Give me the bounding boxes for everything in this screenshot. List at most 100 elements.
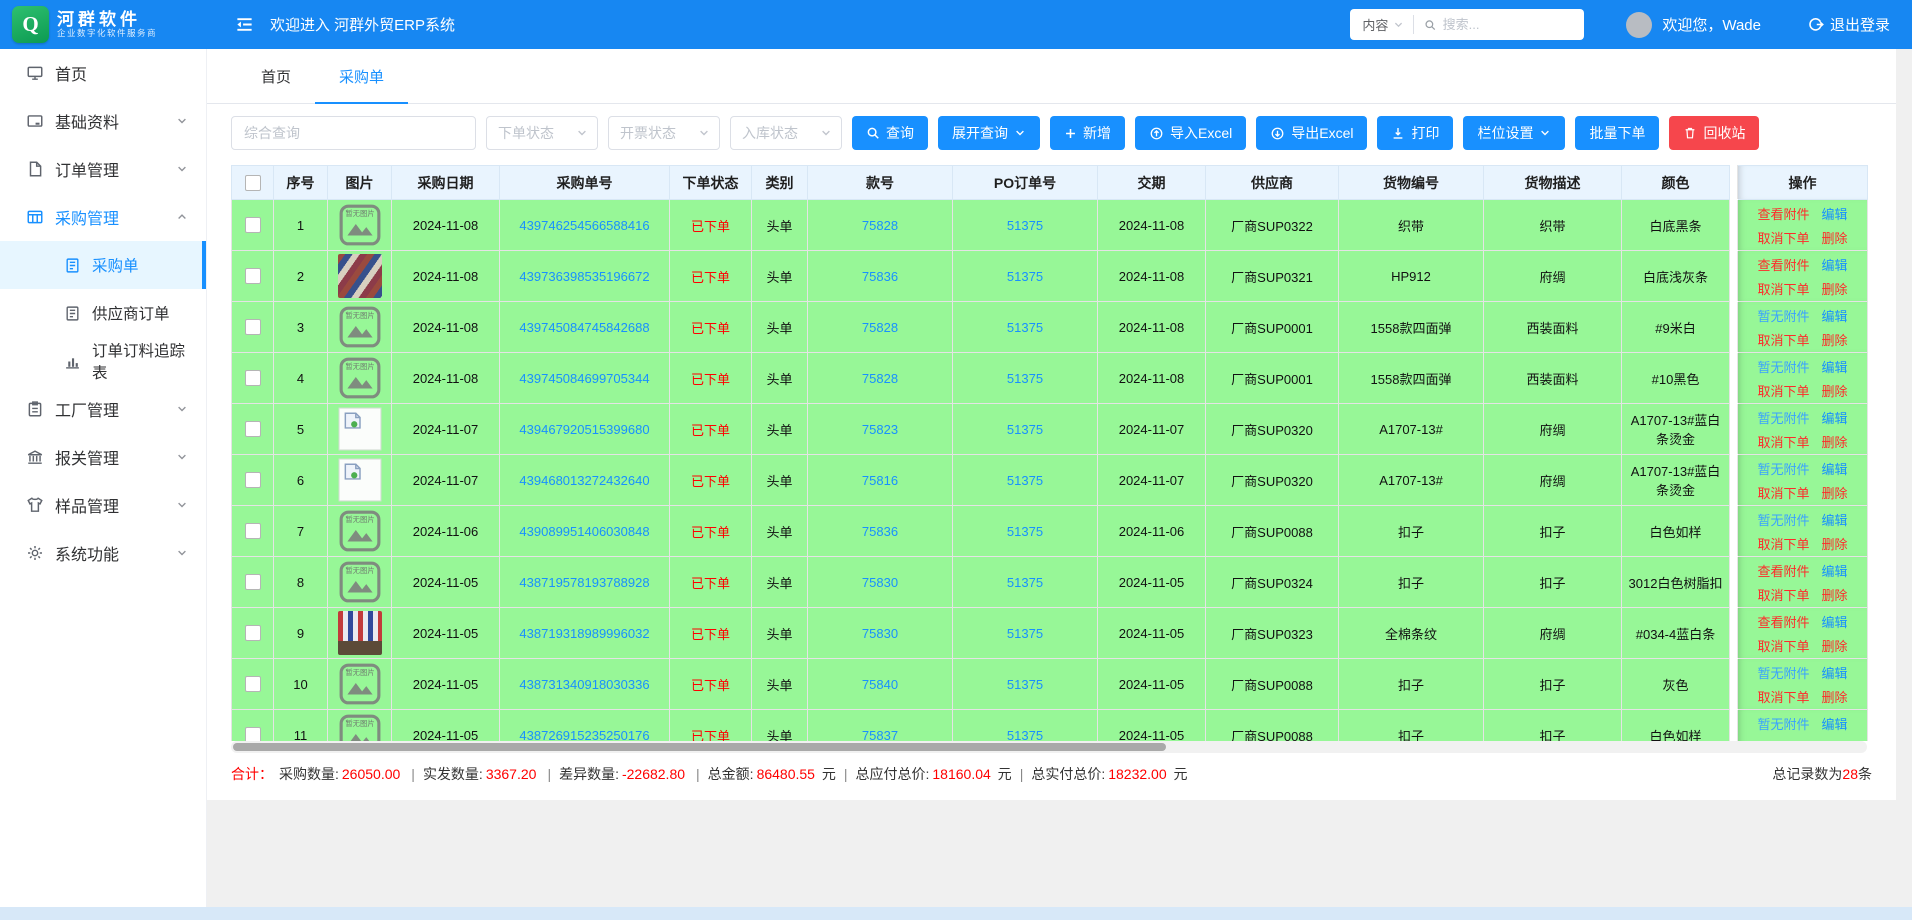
row-checkbox[interactable] (245, 319, 261, 335)
po-no-link[interactable]: 51375 (1007, 626, 1043, 641)
edit-link[interactable]: 编辑 (1822, 204, 1848, 223)
product-photo[interactable] (338, 611, 382, 655)
row-checkbox[interactable] (245, 523, 261, 539)
delete-link[interactable]: 删除 (1822, 636, 1848, 655)
delete-link[interactable]: 删除 (1822, 432, 1848, 451)
delete-link[interactable]: 删除 (1822, 279, 1848, 298)
broken-image-icon[interactable] (338, 407, 382, 451)
sidebar-item-首页[interactable]: 首页 (0, 49, 206, 97)
delete-link[interactable]: 删除 (1822, 687, 1848, 706)
cancel-order-link[interactable]: 取消下单 (1757, 228, 1809, 247)
sidebar-item-报关管理[interactable]: 报关管理 (0, 433, 206, 481)
style-no-link[interactable]: 75816 (862, 473, 898, 488)
order-no-link[interactable]: 439468013272432640 (519, 473, 649, 488)
回收站-button[interactable]: 回收站 (1669, 116, 1759, 150)
edit-link[interactable]: 编辑 (1822, 612, 1848, 631)
row-checkbox[interactable] (245, 472, 261, 488)
no-image-placeholder-icon[interactable]: 暂无图片 (338, 509, 382, 553)
style-no-link[interactable]: 75828 (862, 320, 898, 335)
no-attachment-link[interactable]: 暂无附件 (1757, 357, 1809, 376)
sidebar-subitem-供应商订单[interactable]: 供应商订单 (0, 289, 206, 337)
cancel-order-link[interactable]: 取消下单 (1757, 432, 1809, 451)
row-checkbox[interactable] (245, 727, 261, 741)
style-no-link[interactable]: 75840 (862, 677, 898, 692)
avatar[interactable] (1626, 12, 1652, 38)
order-no-link[interactable]: 438719318989996032 (519, 626, 649, 641)
row-checkbox[interactable] (245, 268, 261, 284)
cancel-order-link[interactable]: 取消下单 (1757, 534, 1809, 553)
style-no-link[interactable]: 75823 (862, 422, 898, 437)
delete-link[interactable]: 删除 (1822, 483, 1848, 502)
filter-select-开票状态[interactable]: 开票状态 (608, 116, 720, 150)
edit-link[interactable]: 编辑 (1822, 255, 1848, 274)
no-image-placeholder-icon[interactable]: 暂无图片 (338, 560, 382, 604)
cancel-order-link[interactable]: 取消下单 (1757, 279, 1809, 298)
sidebar-item-采购管理[interactable]: 采购管理 (0, 193, 206, 241)
po-no-link[interactable]: 51375 (1007, 422, 1043, 437)
查询-button[interactable]: 查询 (852, 116, 928, 150)
delete-link[interactable]: 删除 (1822, 381, 1848, 400)
broken-image-icon[interactable] (338, 458, 382, 502)
view-attachment-link[interactable]: 查看附件 (1757, 255, 1809, 274)
edit-link[interactable]: 编辑 (1822, 510, 1848, 529)
view-attachment-link[interactable]: 查看附件 (1757, 204, 1809, 223)
edit-link[interactable]: 编辑 (1822, 663, 1848, 682)
no-image-placeholder-icon[interactable]: 暂无图片 (338, 713, 382, 741)
delete-link[interactable]: 删除 (1822, 228, 1848, 247)
style-no-link[interactable]: 75828 (862, 371, 898, 386)
no-image-placeholder-icon[interactable]: 暂无图片 (338, 305, 382, 349)
sidebar-item-样品管理[interactable]: 样品管理 (0, 481, 206, 529)
logout-button[interactable]: 退出登录 (1807, 14, 1890, 35)
order-no-link[interactable]: 439467920515399680 (519, 422, 649, 437)
style-no-link[interactable]: 75836 (862, 269, 898, 284)
no-image-placeholder-icon[interactable]: 暂无图片 (338, 203, 382, 247)
po-no-link[interactable]: 51375 (1007, 728, 1043, 742)
no-attachment-link[interactable]: 暂无附件 (1757, 408, 1809, 427)
combined-query-input[interactable] (231, 116, 476, 150)
导入Excel-button[interactable]: 导入Excel (1135, 116, 1246, 150)
no-image-placeholder-icon[interactable]: 暂无图片 (338, 662, 382, 706)
delete-link[interactable]: 删除 (1822, 534, 1848, 553)
po-no-link[interactable]: 51375 (1007, 320, 1043, 335)
edit-link[interactable]: 编辑 (1822, 306, 1848, 325)
view-attachment-link[interactable]: 查看附件 (1757, 612, 1809, 631)
row-checkbox[interactable] (245, 421, 261, 437)
sidebar-subitem-订单订料追踪表[interactable]: 订单订料追踪表 (0, 337, 206, 385)
style-no-link[interactable]: 75836 (862, 524, 898, 539)
filter-select-下单状态[interactable]: 下单状态 (486, 116, 598, 150)
打印-button[interactable]: 打印 (1377, 116, 1453, 150)
horizontal-scrollbar[interactable] (231, 741, 1867, 753)
批量下单-button[interactable]: 批量下单 (1575, 116, 1659, 150)
product-photo[interactable] (338, 254, 382, 298)
po-no-link[interactable]: 51375 (1007, 218, 1043, 233)
sidebar-item-基础资料[interactable]: 基础资料 (0, 97, 206, 145)
新增-button[interactable]: 新增 (1050, 116, 1125, 150)
栏位设置-button[interactable]: 栏位设置 (1463, 116, 1565, 150)
row-checkbox[interactable] (245, 217, 261, 233)
sidebar-subitem-采购单[interactable]: 采购单 (0, 241, 206, 289)
no-attachment-link[interactable]: 暂无附件 (1757, 663, 1809, 682)
row-checkbox[interactable] (245, 370, 261, 386)
po-no-link[interactable]: 51375 (1007, 677, 1043, 692)
po-no-link[interactable]: 51375 (1007, 473, 1043, 488)
filter-select-入库状态[interactable]: 入库状态 (730, 116, 842, 150)
delete-link[interactable]: 删除 (1822, 585, 1848, 604)
page-bottom-scrollbar[interactable] (0, 907, 1912, 920)
search-category-select[interactable]: 内容 (1350, 15, 1413, 34)
sidebar-item-工厂管理[interactable]: 工厂管理 (0, 385, 206, 433)
edit-link[interactable]: 编辑 (1822, 561, 1848, 580)
order-no-link[interactable]: 438726915235250176 (519, 728, 649, 742)
cancel-order-link[interactable]: 取消下单 (1757, 330, 1809, 349)
cancel-order-link[interactable]: 取消下单 (1757, 687, 1809, 706)
sidebar-collapse-icon[interactable] (235, 15, 254, 34)
style-no-link[interactable]: 75837 (862, 728, 898, 742)
展开查询-button[interactable]: 展开查询 (938, 116, 1040, 150)
order-no-link[interactable]: 438731340918030336 (519, 677, 649, 692)
cancel-order-link[interactable]: 取消下单 (1757, 636, 1809, 655)
order-no-link[interactable]: 439745084699705344 (519, 371, 649, 386)
no-attachment-link[interactable]: 暂无附件 (1757, 714, 1809, 733)
po-no-link[interactable]: 51375 (1007, 575, 1043, 590)
no-attachment-link[interactable]: 暂无附件 (1757, 510, 1809, 529)
row-checkbox[interactable] (245, 625, 261, 641)
delete-link[interactable]: 删除 (1822, 330, 1848, 349)
